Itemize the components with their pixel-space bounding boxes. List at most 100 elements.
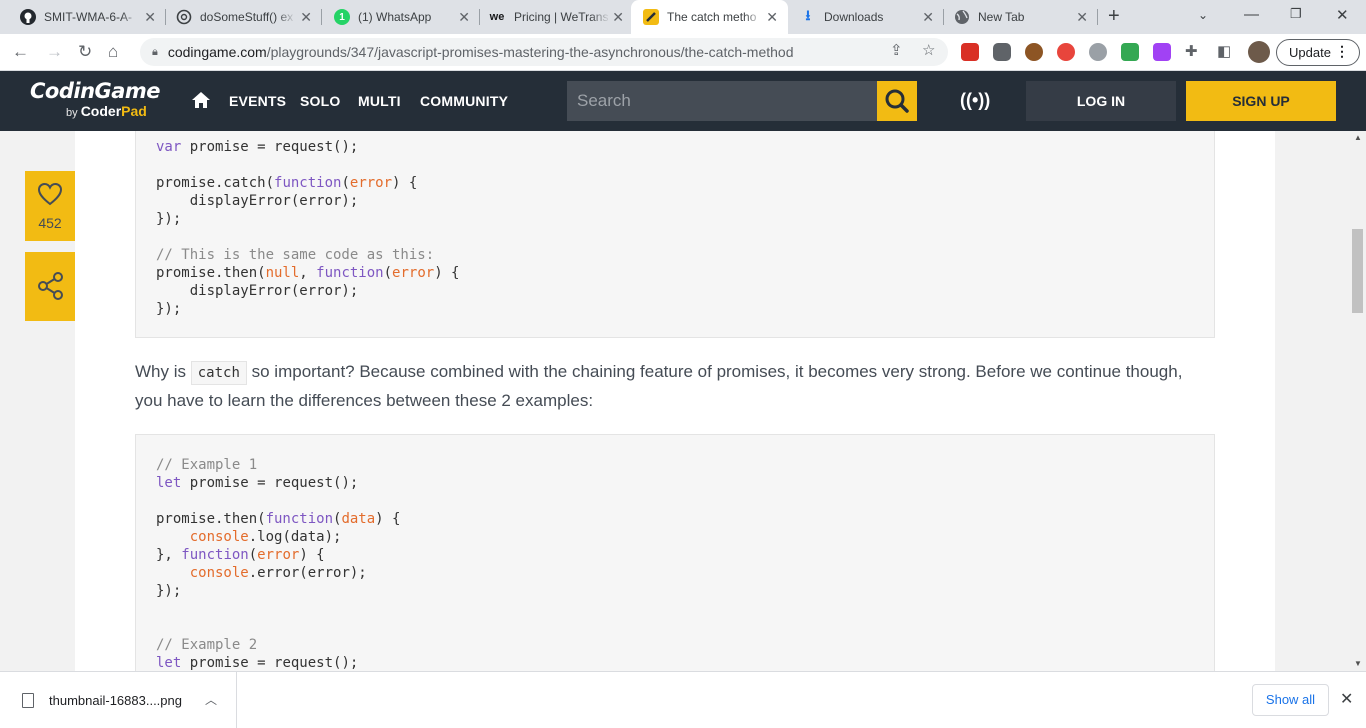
logo-text: CodinGame: [30, 79, 161, 103]
download-item[interactable]: thumbnail-16883....png ︿: [0, 672, 237, 728]
code-block: var promise = request(); promise.catch(f…: [135, 131, 1215, 338]
browser-tab-active[interactable]: The catch metho ✕: [631, 0, 788, 34]
show-all-button[interactable]: Show all: [1252, 684, 1329, 716]
update-label: Update: [1289, 45, 1331, 60]
page-scrollbar[interactable]: ▲ ▼: [1350, 131, 1366, 671]
close-icon[interactable]: ✕: [1340, 689, 1353, 709]
url-host: codingame.com: [167, 44, 267, 60]
close-icon[interactable]: ✕: [1076, 9, 1088, 25]
share-page-icon[interactable]: ⇪: [890, 41, 903, 59]
back-arrow-icon[interactable]: ←: [12, 42, 29, 62]
extension-icon[interactable]: [1089, 43, 1107, 61]
tab-title: doSomeStuff() ex: [200, 10, 294, 24]
url-path: /playgrounds/347/javascript-promises-mas…: [266, 44, 794, 60]
chatgpt-icon: [176, 9, 192, 25]
close-icon[interactable]: ✕: [922, 9, 934, 25]
tab-title: (1) WhatsApp: [358, 10, 432, 24]
robot-extension-icon[interactable]: [993, 43, 1011, 61]
close-icon[interactable]: ✕: [766, 9, 778, 25]
paragraph-text: Why is: [135, 362, 186, 381]
search-input[interactable]: Search: [567, 81, 877, 121]
side-panel-icon[interactable]: ◧: [1217, 42, 1231, 60]
logo-by: by: [66, 107, 78, 119]
codingame-icon: [643, 9, 659, 25]
article: var promise = request(); promise.catch(f…: [75, 131, 1275, 671]
download-icon: ⭳: [805, 7, 811, 23]
browser-tab[interactable]: ⭳ Downloads ✕: [788, 0, 944, 34]
tab-title: Downloads: [824, 10, 884, 24]
github-icon: [20, 9, 36, 25]
download-shelf: thumbnail-16883....png ︿ Show all ✕: [0, 671, 1366, 728]
browser-tab-strip: SMIT-WMA-6-A- ✕ doSomeStuff() ex ✕ 1 (1)…: [0, 0, 1366, 34]
close-icon[interactable]: ✕: [300, 9, 312, 25]
scroll-down-icon[interactable]: ▼: [1354, 659, 1362, 668]
tab-title: The catch metho: [667, 10, 757, 24]
tab-title: SMIT-WMA-6-A-: [44, 10, 132, 24]
code-block: // Example 1 let promise = request(); pr…: [135, 434, 1215, 671]
window-close-button[interactable]: ✕: [1336, 6, 1349, 24]
search-icon: [885, 89, 909, 113]
signup-button[interactable]: SIGN UP: [1186, 81, 1336, 121]
page-content: 452 var promise = request(); promise.cat…: [0, 131, 1350, 671]
new-tab-button[interactable]: +: [1108, 6, 1120, 26]
browser-toolbar: ← → ↻ ⌂ 🔒︎ codingame.com/playgrounds/347…: [0, 34, 1366, 71]
update-button[interactable]: Update ⋮: [1276, 39, 1360, 66]
file-icon: [22, 693, 34, 708]
close-icon[interactable]: ✕: [612, 9, 624, 25]
minimize-button[interactable]: —: [1244, 6, 1259, 23]
adblock-extension-icon[interactable]: [961, 43, 979, 61]
home-icon[interactable]: [191, 90, 211, 110]
magic-extension-icon[interactable]: [1153, 43, 1171, 61]
nav-solo[interactable]: SOLO: [300, 93, 340, 109]
paragraph-text: so important? Because combined with the …: [135, 362, 1183, 410]
logo-coder: Coder: [80, 103, 122, 119]
browser-tab[interactable]: New Tab ✕: [942, 0, 1098, 34]
browser-tab[interactable]: we Pricing | WeTrans ✕: [476, 0, 634, 34]
browser-tab[interactable]: doSomeStuff() ex ✕: [164, 0, 322, 34]
reload-icon[interactable]: ↻: [78, 42, 92, 62]
lock-icon[interactable]: 🔒︎: [152, 46, 158, 59]
heart-icon: [37, 182, 63, 206]
logo-pad: Pad: [121, 103, 147, 119]
avatar[interactable]: [1248, 41, 1270, 63]
article-paragraph: Why is catch so important? Because combi…: [135, 358, 1195, 415]
scrollbar-thumb[interactable]: [1352, 229, 1363, 313]
cookie-extension-icon[interactable]: [1025, 43, 1043, 61]
like-button[interactable]: 452: [25, 171, 75, 241]
restore-button[interactable]: ❐: [1290, 6, 1302, 22]
forward-arrow-icon[interactable]: →: [46, 42, 63, 62]
tab-title: New Tab: [978, 10, 1025, 24]
globe-icon: [954, 9, 970, 25]
inline-code: catch: [190, 361, 247, 385]
pen-extension-icon[interactable]: [1121, 43, 1139, 61]
share-icon: [38, 272, 63, 300]
site-header: CodinGame by CoderPad EVENTS SOLO MULTI …: [0, 71, 1366, 131]
close-icon[interactable]: ✕: [144, 9, 156, 25]
scroll-up-icon[interactable]: ▲: [1354, 133, 1362, 142]
whatsapp-icon: 1: [334, 9, 350, 25]
close-icon[interactable]: ✕: [458, 9, 470, 25]
tab-divider: [1097, 9, 1098, 25]
browser-tab[interactable]: 1 (1) WhatsApp ✕: [322, 0, 480, 34]
extensions-puzzle-icon[interactable]: ✚: [1185, 42, 1198, 60]
search-button[interactable]: [877, 81, 917, 121]
tab-search-icon[interactable]: ⌄: [1198, 8, 1208, 22]
abp-extension-icon[interactable]: [1057, 43, 1075, 61]
nav-community[interactable]: COMMUNITY: [420, 93, 508, 109]
nav-events[interactable]: EVENTS: [229, 93, 286, 109]
bookmark-star-icon[interactable]: ☆: [922, 41, 935, 59]
wetransfer-icon: we: [489, 11, 505, 23]
home-icon[interactable]: ⌂: [108, 42, 118, 62]
chevron-up-icon[interactable]: ︿: [205, 691, 217, 708]
address-bar[interactable]: 🔒︎ codingame.com/playgrounds/347/javascr…: [140, 38, 948, 66]
browser-tab[interactable]: SMIT-WMA-6-A- ✕: [8, 0, 166, 34]
codingame-logo[interactable]: CodinGame by CoderPad: [30, 79, 161, 119]
menu-dots-icon: ⋮: [1335, 43, 1349, 59]
login-button[interactable]: LOG IN: [1026, 81, 1176, 121]
share-button[interactable]: [25, 252, 75, 321]
live-broadcast-icon[interactable]: ((•)): [960, 90, 990, 111]
tab-title: Pricing | WeTrans: [514, 10, 609, 24]
nav-multi[interactable]: MULTI: [358, 93, 401, 109]
download-file-name: thumbnail-16883....png: [49, 693, 182, 708]
like-count: 452: [38, 215, 62, 231]
